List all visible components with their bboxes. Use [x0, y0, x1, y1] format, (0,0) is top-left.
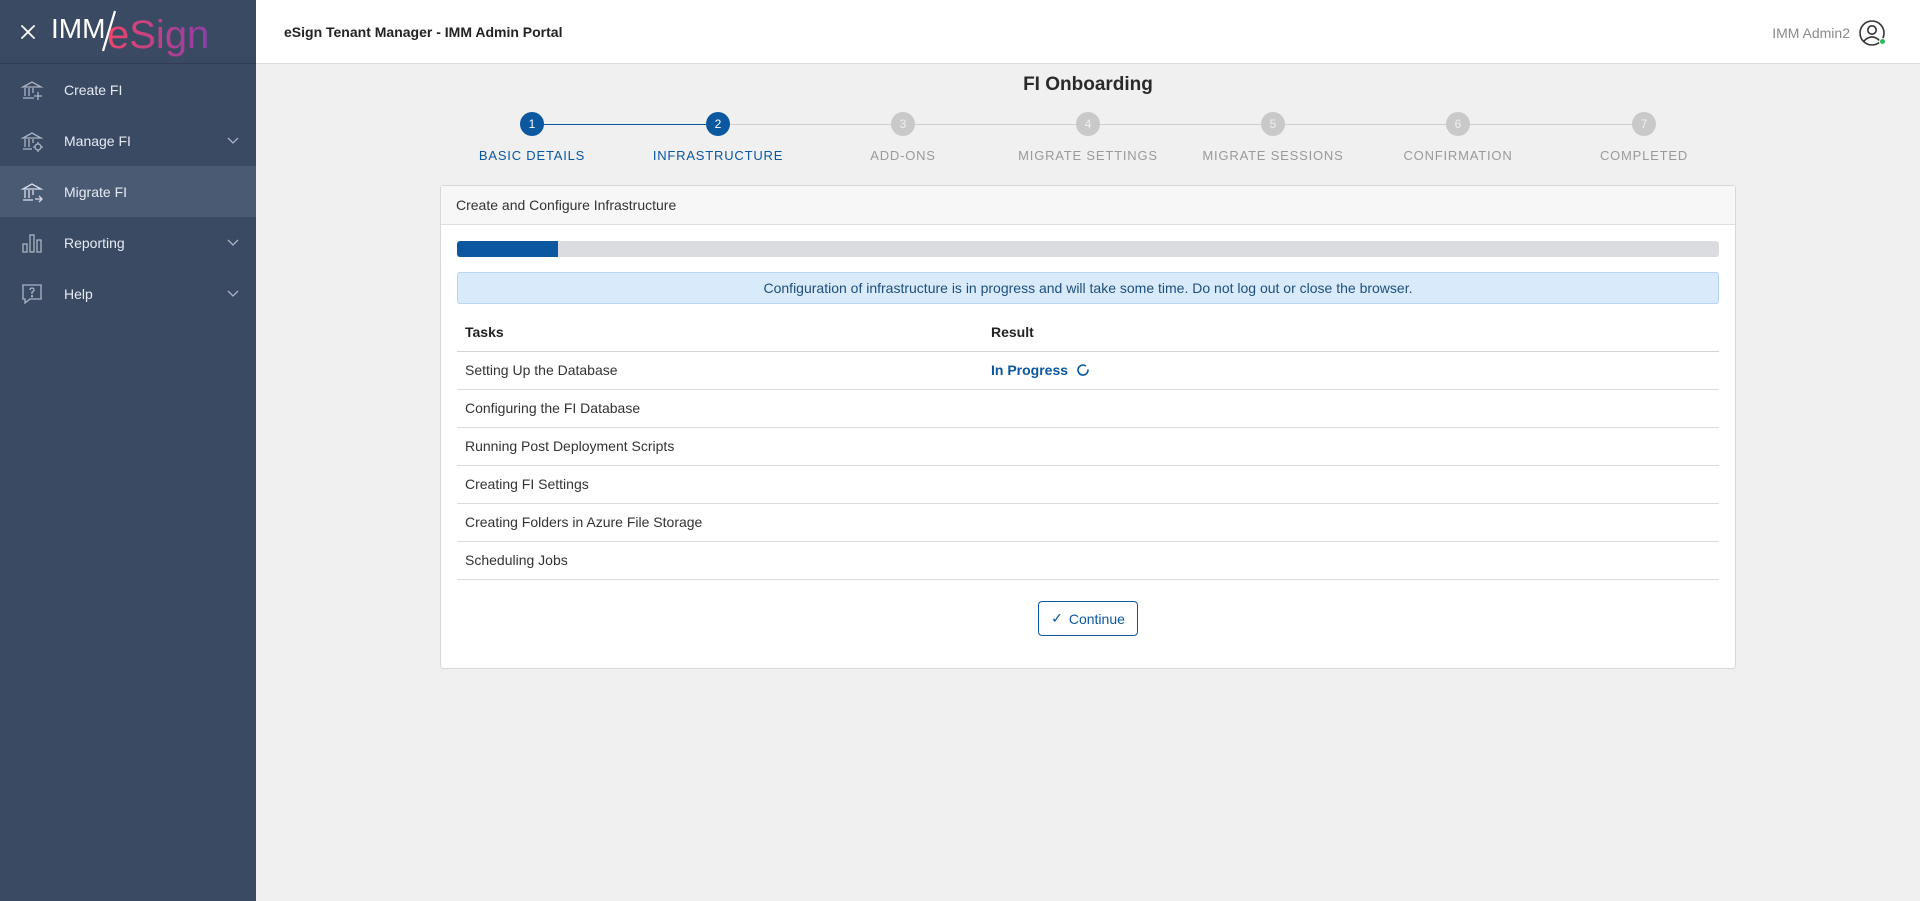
table-row: Scheduling Jobs — [457, 541, 1719, 580]
table-row: Running Post Deployment Scripts — [457, 427, 1719, 466]
bank-migrate-icon — [20, 180, 44, 204]
step-label: CONFIRMATION — [1403, 148, 1513, 163]
svg-text:IMM: IMM — [51, 13, 105, 44]
task-name: Creating FI Settings — [457, 465, 983, 504]
step-number: 6 — [1446, 112, 1470, 136]
step-label: COMPLETED — [1599, 148, 1689, 163]
task-name: Configuring the FI Database — [457, 389, 983, 428]
task-result: In Progress — [983, 351, 1719, 390]
column-header-result: Result — [983, 314, 1719, 352]
task-result — [983, 541, 1719, 580]
status-in-progress: In Progress — [991, 362, 1090, 378]
step-number: 3 — [891, 112, 915, 136]
imm-esign-logo: IMM eSign — [51, 0, 221, 64]
svg-text:eSign: eSign — [107, 13, 209, 57]
info-alert: Configuration of infrastructure is in pr… — [457, 272, 1719, 304]
progress-bar-fill — [457, 241, 558, 257]
top-bar: eSign Tenant Manager - IMM Admin Portal … — [256, 0, 1920, 64]
continue-button[interactable]: ✓ Continue — [1038, 601, 1138, 636]
step-infrastructure[interactable]: 2 INFRASTRUCTURE — [638, 112, 798, 163]
sidebar-item-label: Reporting — [64, 234, 125, 251]
task-name: Running Post Deployment Scripts — [457, 427, 983, 466]
page-title: FI Onboarding — [1023, 74, 1153, 95]
sidebar-header: IMM eSign — [0, 0, 256, 64]
checkmark-icon: ✓ — [1051, 610, 1063, 626]
status-label: In Progress — [991, 362, 1069, 378]
task-result — [983, 503, 1719, 542]
close-icon[interactable] — [17, 21, 39, 43]
chevron-down-icon[interactable] — [226, 235, 240, 249]
loading-spinner-icon — [1077, 364, 1089, 376]
task-result — [983, 465, 1719, 504]
sidebar-item-label: Create FI — [64, 81, 123, 98]
step-label: INFRASTRUCTURE — [652, 148, 784, 163]
table-row: Configuring the FI Database — [457, 389, 1719, 428]
user-name: IMM Admin2 — [1772, 25, 1850, 41]
step-add-ons[interactable]: 3 ADD-ONS — [823, 112, 983, 163]
sidebar-item-help[interactable]: Help — [0, 268, 256, 319]
tasks-table: Tasks Result Setting Up the Database In … — [457, 314, 1719, 580]
online-status-dot — [1879, 38, 1886, 45]
step-label: BASIC DETAILS — [478, 148, 586, 163]
step-number: 7 — [1632, 112, 1656, 136]
bank-settings-icon — [20, 129, 44, 153]
progress-bar — [457, 241, 1719, 257]
step-label: MIGRATE SESSIONS — [1202, 148, 1344, 163]
user-menu[interactable]: IMM Admin2 — [1772, 19, 1886, 47]
step-basic-details[interactable]: 1 BASIC DETAILS — [452, 112, 612, 163]
step-number: 1 — [520, 112, 544, 136]
step-migrate-sessions[interactable]: 5 MIGRATE SESSIONS — [1193, 112, 1353, 163]
app-title: eSign Tenant Manager - IMM Admin Portal — [284, 23, 563, 40]
bar-chart-icon — [20, 231, 44, 255]
step-confirmation[interactable]: 6 CONFIRMATION — [1378, 112, 1538, 163]
chevron-down-icon[interactable] — [226, 286, 240, 300]
help-icon — [20, 282, 44, 306]
sidebar-item-reporting[interactable]: Reporting — [0, 217, 256, 268]
table-header-row: Tasks Result — [457, 314, 1719, 352]
step-number: 5 — [1261, 112, 1285, 136]
continue-label: Continue — [1068, 610, 1125, 627]
sidebar-item-migrate-fi[interactable]: Migrate FI — [0, 166, 256, 217]
task-name: Creating Folders in Azure File Storage — [457, 503, 983, 542]
task-result — [983, 427, 1719, 466]
user-avatar-icon[interactable] — [1858, 19, 1886, 47]
step-label: MIGRATE SETTINGS — [1018, 148, 1158, 163]
table-row: Creating FI Settings — [457, 465, 1719, 504]
sidebar-item-create-fi[interactable]: Create FI — [0, 64, 256, 115]
sidebar: IMM eSign Create FI Manage FI Migrate FI… — [0, 0, 256, 901]
task-name: Setting Up the Database — [457, 351, 983, 390]
sidebar-item-manage-fi[interactable]: Manage FI — [0, 115, 256, 166]
step-migrate-settings[interactable]: 4 MIGRATE SETTINGS — [1008, 112, 1168, 163]
table-row: Creating Folders in Azure File Storage — [457, 503, 1719, 542]
card-title: Create and Configure Infrastructure — [441, 186, 1735, 225]
step-completed[interactable]: 7 COMPLETED — [1564, 112, 1724, 163]
sidebar-item-label: Manage FI — [64, 132, 131, 149]
table-row: Setting Up the Database In Progress — [457, 351, 1719, 390]
step-label: ADD-ONS — [870, 148, 936, 163]
step-number: 4 — [1076, 112, 1100, 136]
task-result — [983, 389, 1719, 428]
infrastructure-card: Create and Configure Infrastructure Conf… — [440, 185, 1736, 669]
step-number: 2 — [706, 112, 730, 136]
sidebar-item-label: Migrate FI — [64, 183, 128, 200]
onboarding-stepper: 1 BASIC DETAILS 2 INFRASTRUCTURE 3 ADD-O… — [440, 112, 1687, 172]
column-header-tasks: Tasks — [457, 314, 983, 352]
chevron-down-icon[interactable] — [226, 133, 240, 147]
bank-plus-icon — [20, 78, 44, 102]
task-name: Scheduling Jobs — [457, 541, 983, 580]
sidebar-item-label: Help — [64, 285, 93, 302]
